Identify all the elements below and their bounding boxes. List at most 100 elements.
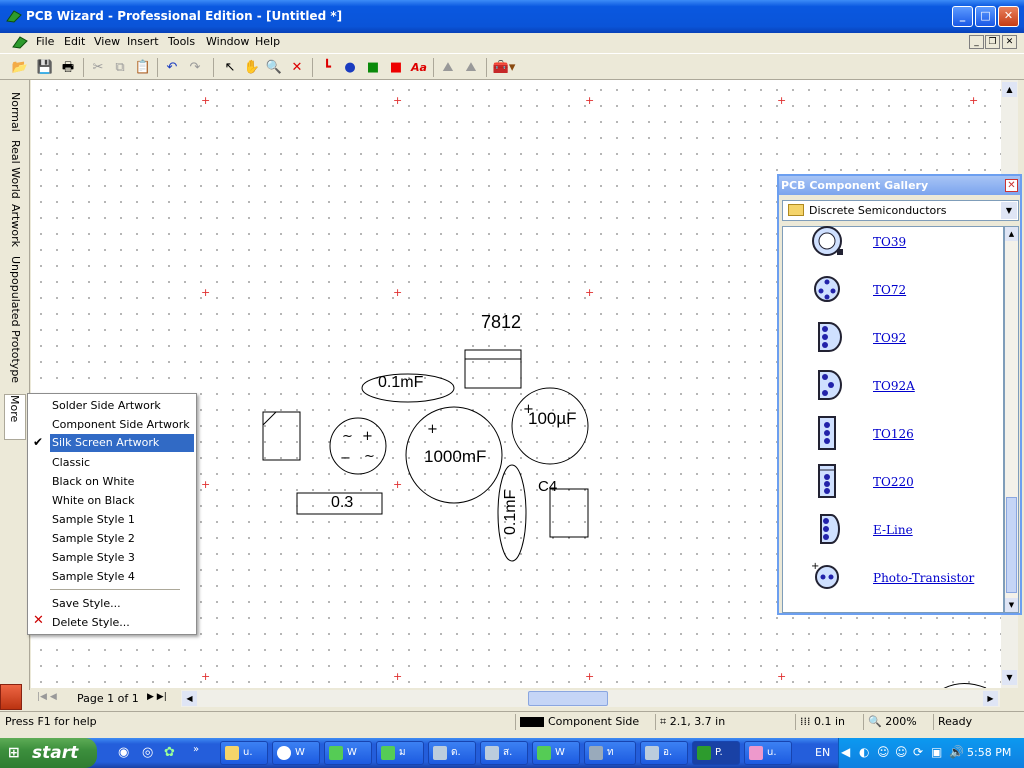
tab-unpopulated[interactable]: Unpopulated	[4, 256, 26, 327]
clock[interactable]: 5:58 PM	[967, 746, 1011, 759]
print-icon[interactable]: 🖶	[58, 58, 78, 77]
rectangle-icon[interactable]: ■	[386, 58, 406, 77]
volume-icon[interactable]: 🔊	[949, 745, 964, 759]
item-label[interactable]: TO92A	[873, 379, 915, 393]
messenger-tray-icon[interactable]: ☺	[895, 745, 908, 759]
messenger-tray-icon[interactable]: ☺	[877, 745, 890, 759]
list-item[interactable]: TO72	[783, 267, 1005, 315]
gallery-scrollbar[interactable]: ▲ ▼	[1004, 226, 1019, 613]
task-button[interactable]: ท	[584, 741, 636, 765]
text-icon[interactable]: Aa	[409, 58, 429, 77]
menu-edit[interactable]: Edit	[64, 35, 85, 48]
mdi-restore-button[interactable]: ❐	[985, 35, 1000, 49]
start-button[interactable]: ⊞ start	[0, 738, 97, 768]
first-page-icon[interactable]: |◀ ◀	[37, 692, 57, 702]
tab-real-world[interactable]: Real World	[4, 140, 26, 199]
mdi-close-button[interactable]: ✕	[1002, 35, 1017, 49]
list-item[interactable]: TO92	[783, 315, 1005, 363]
task-button[interactable]: W	[324, 741, 372, 765]
scroll-up-arrow[interactable]: ▲	[1005, 227, 1018, 241]
close-button[interactable]: ✕	[998, 6, 1019, 27]
tab-prototype[interactable]: Prototype	[4, 330, 26, 383]
category-dropdown[interactable]: Discrete Semiconductors ▼	[782, 200, 1019, 221]
shape-icon[interactable]: ■	[363, 58, 383, 77]
flip-icon[interactable]: ⛰	[461, 58, 481, 77]
next-page-icon[interactable]: ▶ ▶|	[147, 692, 167, 702]
menu-item-solder-side-artwork[interactable]: Solder Side Artwork	[50, 397, 194, 415]
scroll-up-arrow[interactable]: ▲	[1002, 82, 1017, 97]
tab-normal[interactable]: Normal	[4, 92, 26, 132]
label-resistor[interactable]: 0.3	[331, 494, 353, 512]
undo-icon[interactable]: ↶	[162, 58, 182, 77]
menu-item-white-on-black[interactable]: White on Black	[50, 492, 194, 510]
task-button[interactable]: W	[532, 741, 580, 765]
language-indicator[interactable]: EN	[815, 746, 830, 759]
menu-tools[interactable]: Tools	[168, 35, 195, 48]
chevron-left-icon[interactable]: ◀	[841, 745, 850, 759]
minimize-button[interactable]: _	[952, 6, 973, 27]
label-regulator[interactable]: 7812	[481, 312, 521, 333]
gallery-title[interactable]: PCB Component Gallery	[779, 176, 1020, 195]
task-button[interactable]: u.	[744, 741, 792, 765]
menu-item-component-side-artwork[interactable]: Component Side Artwork	[50, 416, 194, 434]
tab-more[interactable]: More	[4, 394, 26, 440]
menu-item-classic[interactable]: Classic	[50, 454, 194, 472]
task-button[interactable]: ด.	[428, 741, 476, 765]
scroll-thumb[interactable]	[528, 691, 608, 706]
browser-quicklaunch-icon[interactable]: ◉	[118, 745, 129, 760]
menu-help[interactable]: Help	[255, 35, 280, 48]
task-button[interactable]: ม	[376, 741, 424, 765]
menu-item-black-on-white[interactable]: Black on White	[50, 473, 194, 491]
item-label[interactable]: TO72	[873, 283, 906, 297]
scroll-down-arrow[interactable]: ▼	[1005, 598, 1018, 612]
pan-icon[interactable]: ✋	[242, 58, 262, 77]
rotate-icon[interactable]: ⛰	[438, 58, 458, 77]
list-item[interactable]: TO39	[783, 219, 1005, 267]
menu-item-sample-style-1[interactable]: Sample Style 1	[50, 511, 194, 529]
task-button[interactable]: อ.	[640, 741, 688, 765]
menu-item-sample-style-4[interactable]: Sample Style 4	[50, 568, 194, 586]
menu-item-silk-screen-artwork[interactable]: Silk Screen Artwork	[50, 434, 194, 452]
task-button[interactable]: W	[272, 741, 320, 765]
list-item[interactable]: + Photo-Transistor	[783, 555, 1005, 603]
menu-view[interactable]: View	[94, 35, 120, 48]
label-cap-med[interactable]: 100µF	[528, 409, 577, 429]
messenger-quicklaunch-icon[interactable]: ✿	[164, 745, 175, 760]
maximize-button[interactable]: □	[975, 6, 996, 27]
label-c4[interactable]: C4	[538, 478, 557, 495]
item-label[interactable]: TO39	[873, 235, 906, 249]
item-label[interactable]: TO220	[873, 475, 914, 489]
save-icon[interactable]: 💾	[35, 58, 55, 77]
menu-item-sample-style-3[interactable]: Sample Style 3	[50, 549, 194, 567]
item-label[interactable]: E-Line	[873, 523, 913, 537]
scroll-right-arrow[interactable]: ▶	[983, 691, 998, 706]
gallery-close-button[interactable]: ✕	[1005, 179, 1018, 192]
select-icon[interactable]: ↖	[220, 58, 240, 77]
network-icon[interactable]: ◐	[859, 745, 869, 759]
item-label[interactable]: TO92	[873, 331, 906, 345]
pad-icon[interactable]: ●	[340, 58, 360, 77]
tab-artwork[interactable]: Artwork	[4, 204, 26, 247]
scroll-left-arrow[interactable]: ◀	[182, 691, 197, 706]
label-cap-big[interactable]: 1000mF	[424, 447, 486, 467]
menu-item-delete-style[interactable]: Delete Style...	[50, 614, 194, 632]
scroll-thumb[interactable]	[1006, 497, 1017, 593]
label-cap-small[interactable]: 0.1mF	[378, 374, 423, 392]
task-button[interactable]: ส.	[480, 741, 528, 765]
horizontal-scrollbar[interactable]: ◀ ▶	[180, 690, 1000, 707]
scroll-down-arrow[interactable]: ▼	[1002, 670, 1017, 685]
zoom-icon[interactable]: 🔍	[264, 58, 284, 77]
drawer-icon[interactable]	[0, 684, 22, 710]
component-icon[interactable]: 🧰▾	[490, 58, 518, 77]
copy-icon[interactable]: ⧉	[110, 58, 130, 77]
title-bar[interactable]: PCB Wizard - Professional Edition - [Unt…	[0, 0, 1024, 33]
menu-window[interactable]: Window	[206, 35, 249, 48]
list-item[interactable]: TO220	[783, 459, 1005, 507]
menu-insert[interactable]: Insert	[127, 35, 159, 48]
menu-file[interactable]: File	[36, 35, 54, 48]
item-label[interactable]: Photo-Transistor	[873, 571, 974, 585]
open-icon[interactable]: 📂	[10, 58, 30, 77]
delete-icon[interactable]: ✕	[287, 58, 307, 77]
chevron-down-icon[interactable]: ▼	[1001, 202, 1017, 219]
display-icon[interactable]: ▣	[931, 745, 942, 759]
